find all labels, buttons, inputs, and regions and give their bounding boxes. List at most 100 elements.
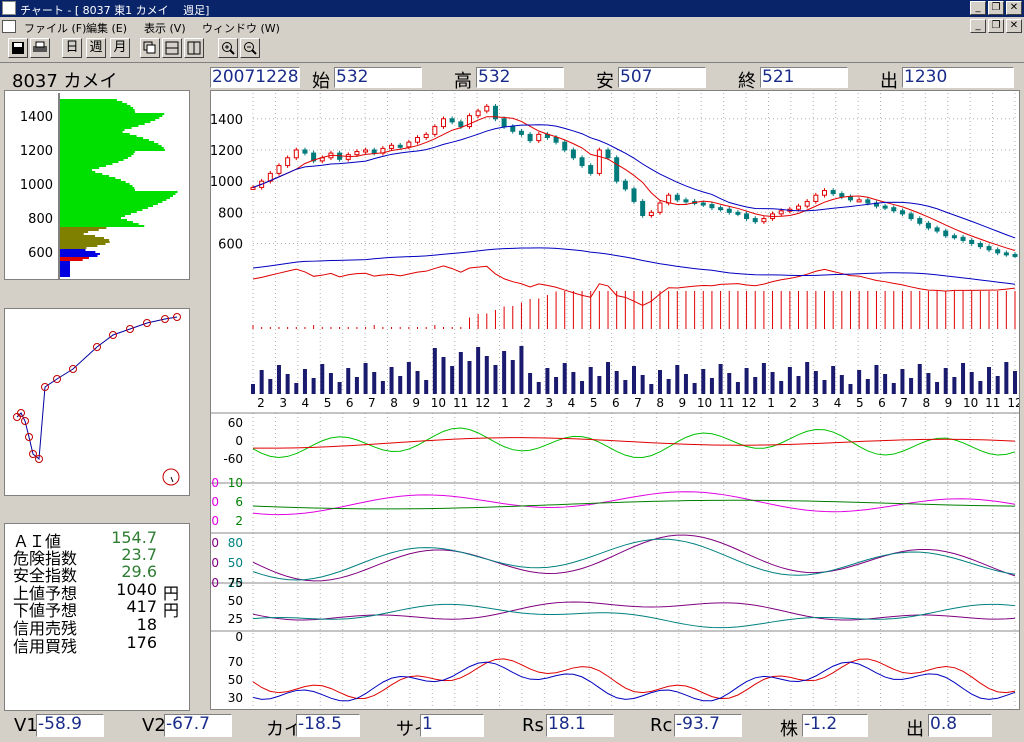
volume-bar <box>761 363 766 394</box>
candle-body <box>735 211 741 215</box>
histogram-bar <box>60 227 107 229</box>
child-restore-button[interactable]: ❐ <box>988 19 1004 33</box>
trajectory-plot <box>13 313 181 486</box>
candle-body <box>250 186 256 190</box>
kabu-label: 株 <box>780 719 798 740</box>
histogram-bar <box>60 157 128 159</box>
de-field[interactable]: 0.8 <box>928 714 992 737</box>
rc-field[interactable]: -93.7 <box>674 714 742 737</box>
child-close-button[interactable]: ✕ <box>1006 19 1022 33</box>
v1-field[interactable]: -58.9 <box>36 714 104 737</box>
trajectory-line <box>16 316 178 460</box>
document-icon[interactable] <box>2 20 16 33</box>
candle-body <box>475 110 481 117</box>
window-title: チャート - [ 8037 東1 カメイ 週足] <box>20 4 210 17</box>
month-label: 4 <box>302 396 310 410</box>
candle-body <box>1003 252 1009 256</box>
histogram-bar <box>60 153 134 155</box>
candle-body <box>293 149 299 159</box>
minimize-button[interactable]: _ <box>970 1 986 15</box>
v2-field[interactable]: -67.7 <box>164 714 232 737</box>
candle-body <box>960 236 966 241</box>
candle-body <box>925 222 931 229</box>
close-field[interactable]: 521 <box>760 67 848 88</box>
volume-field[interactable]: 1230 <box>902 67 1014 88</box>
close-button[interactable]: ✕ <box>1006 1 1022 15</box>
high-field[interactable]: 532 <box>476 67 564 88</box>
price-histogram-panel: 1400 1200 1000 800 600 <box>4 90 190 280</box>
monthly-button[interactable]: 月 <box>110 38 130 58</box>
safe-value: 29.6 <box>121 562 157 581</box>
tile-vertical-icon <box>187 41 201 55</box>
volume-bar <box>978 381 983 394</box>
month-label: 7 <box>634 396 642 410</box>
volume-bar <box>683 374 688 394</box>
volume-bar <box>709 378 714 394</box>
candle-body <box>899 210 905 215</box>
zoom-in-button[interactable] <box>218 38 238 58</box>
histogram-bar <box>60 137 144 139</box>
volume-bar <box>467 361 472 394</box>
candle-body <box>778 210 784 215</box>
menu-view[interactable]: 表示 (V) <box>144 20 186 36</box>
kabu-field[interactable]: -1.2 <box>802 714 868 737</box>
candle-body <box>622 180 628 190</box>
open-field[interactable]: 532 <box>334 67 422 88</box>
rc-label: Rc <box>650 715 673 736</box>
month-label: 10 <box>697 396 712 410</box>
candle-body <box>579 157 585 167</box>
menu-window[interactable]: ウィンドウ (W) <box>202 20 280 36</box>
tile-horizontal-button[interactable] <box>162 38 182 58</box>
histogram-bar <box>60 215 125 217</box>
volume-bar <box>432 348 437 394</box>
tile-vertical-button[interactable] <box>184 38 204 58</box>
restore-button[interactable]: ❐ <box>988 1 1004 15</box>
rs-field[interactable]: 18.1 <box>546 714 614 737</box>
month-label: 9 <box>412 396 420 410</box>
cascade-button[interactable] <box>140 38 160 58</box>
candle-body <box>995 249 1001 254</box>
osc1-tick: 0 <box>235 434 243 448</box>
histogram-bar <box>60 253 100 255</box>
osc4-tick: 0 <box>235 630 243 644</box>
child-minimize-button[interactable]: _ <box>970 19 986 33</box>
histogram-bar <box>60 181 126 183</box>
histogram-bar <box>60 221 133 223</box>
daily-button[interactable]: 日 <box>62 38 82 58</box>
print-button[interactable] <box>30 38 50 58</box>
histogram-bar <box>60 265 70 267</box>
volume-bar <box>735 382 740 394</box>
histogram-bar <box>60 223 139 225</box>
histogram-bar <box>60 263 70 265</box>
chart-app-icon[interactable] <box>2 1 16 15</box>
volume-bar <box>311 378 316 394</box>
candle-body <box>588 165 594 174</box>
menu-file[interactable]: ファイル (F) <box>24 20 86 36</box>
low-field[interactable]: 507 <box>618 67 706 88</box>
kai-field[interactable]: -18.5 <box>296 714 360 737</box>
cascade-icon <box>143 41 156 54</box>
candle-body <box>345 154 351 160</box>
histogram-bar <box>60 141 155 143</box>
histogram-bar <box>60 233 84 235</box>
volume-bar <box>476 347 481 394</box>
save-button[interactable] <box>8 38 28 58</box>
candle-body <box>657 202 663 213</box>
histogram-bar <box>60 171 96 173</box>
osc2-left-tick: 0 <box>211 495 219 509</box>
zoom-out-button[interactable] <box>240 38 260 58</box>
price-tick-label: 800 <box>218 206 243 221</box>
sai-field[interactable]: 1 <box>420 714 484 737</box>
date-field[interactable]: 20071228 <box>210 67 300 88</box>
histogram-bar <box>60 235 96 237</box>
weekly-button[interactable]: 週 <box>86 38 106 58</box>
histogram-bar <box>60 185 133 187</box>
volume-bar <box>865 379 870 394</box>
volume-bar <box>354 377 359 394</box>
menu-edit[interactable]: 編集 (E) <box>86 20 127 36</box>
candle-body <box>562 141 568 151</box>
volume-bar <box>571 372 576 394</box>
volume-bar <box>649 384 654 394</box>
histogram-bar <box>60 273 70 275</box>
histogram-bar <box>60 209 143 211</box>
